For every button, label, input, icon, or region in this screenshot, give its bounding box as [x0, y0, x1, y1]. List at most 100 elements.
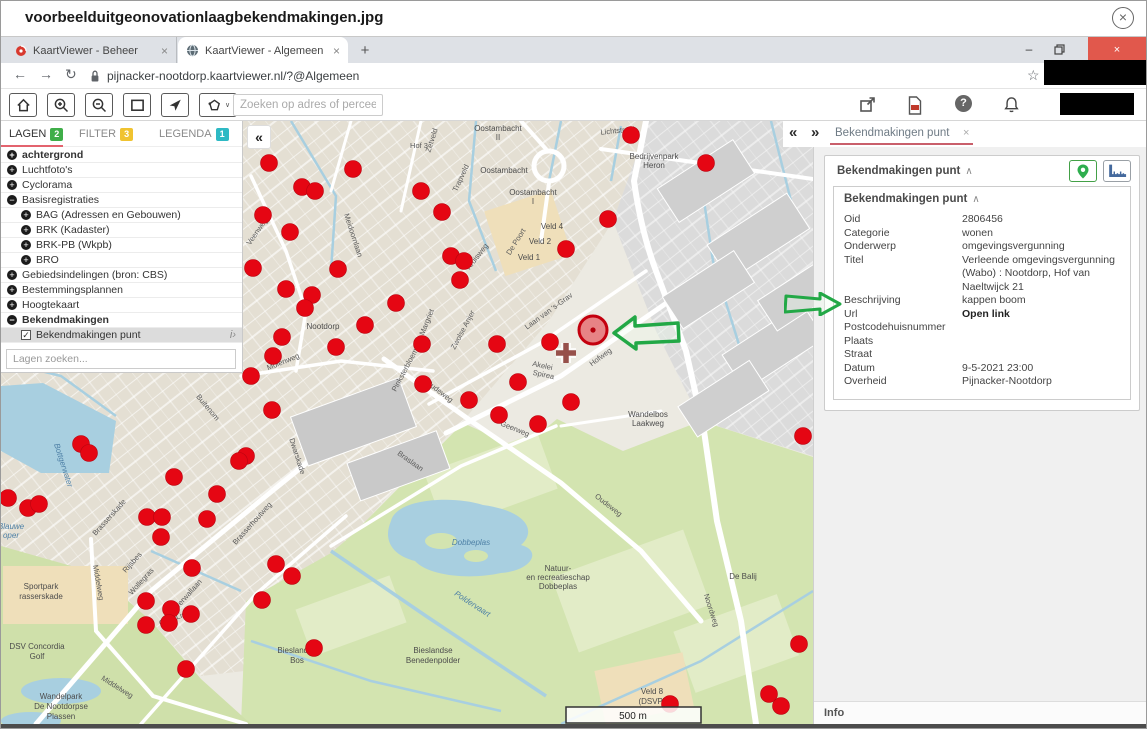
layer-plus-icon[interactable]: + — [7, 165, 17, 175]
announcement-marker[interactable] — [161, 615, 178, 632]
layer-plus-icon[interactable]: + — [21, 255, 31, 265]
announcement-marker[interactable] — [245, 260, 262, 277]
layer-minus-icon[interactable]: − — [7, 315, 17, 325]
layer-row[interactable]: +Cyclorama — [1, 178, 242, 193]
panel-collapse-left-icon[interactable]: « — [789, 124, 797, 141]
sidebar-tab-legenda[interactable]: LEGENDA1 — [159, 121, 229, 147]
tab-close-icon[interactable]: × — [161, 44, 168, 58]
layer-row[interactable]: +BRK (Kadaster) — [1, 223, 242, 238]
announcement-marker[interactable] — [231, 453, 248, 470]
announcement-marker[interactable] — [307, 183, 324, 200]
layer-row[interactable]: +Bestemmingsplannen — [1, 283, 242, 298]
announcement-marker[interactable] — [795, 428, 812, 445]
announcement-marker[interactable] — [530, 416, 547, 433]
select-polygon-button[interactable]: ∨ — [199, 93, 237, 117]
layer-options-icon[interactable]: i› — [230, 329, 236, 341]
announcement-marker[interactable] — [209, 486, 226, 503]
announcement-marker[interactable] — [268, 556, 285, 573]
announcement-marker[interactable] — [184, 560, 201, 577]
announcement-marker[interactable] — [265, 348, 282, 365]
announcement-marker[interactable] — [139, 509, 156, 526]
announcement-marker[interactable] — [166, 469, 183, 486]
announcement-marker[interactable] — [456, 253, 473, 270]
back-icon[interactable]: ← — [13, 66, 27, 82]
announcement-marker[interactable] — [138, 617, 155, 634]
announcement-marker[interactable] — [558, 241, 575, 258]
announcement-marker[interactable] — [154, 509, 171, 526]
announcement-marker[interactable] — [138, 593, 155, 610]
panel-tab-close-icon[interactable]: × — [963, 127, 969, 139]
browser-tab-beheer[interactable]: KaartViewer - Beheer × — [7, 37, 177, 64]
announcement-marker[interactable] — [282, 224, 299, 241]
extent-button[interactable] — [123, 93, 151, 117]
sidebar-tab-filter[interactable]: FILTER3 — [79, 121, 133, 147]
layer-plus-icon[interactable]: + — [7, 150, 17, 160]
layer-row[interactable]: ✓Bekendmakingen punti› — [1, 328, 242, 343]
announcement-marker[interactable] — [255, 207, 272, 224]
layer-plus-icon[interactable]: + — [7, 180, 17, 190]
layer-plus-icon[interactable]: + — [7, 270, 17, 280]
notifications-button[interactable] — [1003, 96, 1023, 114]
browser-tab-algemeen[interactable]: KaartViewer - Algemeen × — [178, 37, 348, 64]
announcement-marker[interactable] — [414, 336, 431, 353]
announcement-marker[interactable] — [274, 329, 291, 346]
layer-plus-icon[interactable]: + — [21, 225, 31, 235]
layer-minus-icon[interactable]: − — [7, 195, 17, 205]
announcement-marker[interactable] — [178, 661, 195, 678]
attribute-card-title[interactable]: Bekendmakingen punt∧ — [844, 193, 1120, 205]
layer-plus-icon[interactable]: + — [7, 300, 17, 310]
measure-button[interactable] — [1103, 160, 1131, 182]
bookmark-star-icon[interactable]: ☆ — [1027, 67, 1040, 84]
sidebar-tab-lagen[interactable]: LAGEN2 — [9, 121, 63, 147]
layer-row[interactable]: +BAG (Adressen en Gebouwen) — [1, 208, 242, 223]
url-field[interactable]: pijnacker-nootdorp.kaartviewer.nl/?@Alge… — [107, 69, 359, 83]
announcement-marker[interactable] — [623, 127, 640, 144]
announcement-marker[interactable] — [81, 445, 98, 462]
announcement-marker[interactable] — [345, 161, 362, 178]
announcement-marker[interactable] — [510, 374, 527, 391]
pdf-export-button[interactable] — [907, 96, 927, 114]
announcement-marker[interactable] — [491, 407, 508, 424]
tab-close-icon[interactable]: × — [333, 44, 340, 58]
navigate-button[interactable] — [161, 93, 189, 117]
layer-plus-icon[interactable]: + — [21, 240, 31, 250]
panel-tab-label[interactable]: Bekendmakingen punt — [835, 127, 949, 139]
announcement-marker[interactable] — [698, 155, 715, 172]
layer-plus-icon[interactable]: + — [7, 285, 17, 295]
zoom-in-button[interactable] — [47, 93, 75, 117]
announcement-marker[interactable] — [542, 334, 559, 351]
announcement-marker[interactable] — [434, 204, 451, 221]
announcement-marker[interactable] — [791, 636, 808, 653]
announcement-marker[interactable] — [773, 698, 790, 715]
announcement-marker[interactable] — [388, 295, 405, 312]
layer-row[interactable]: +Hoogtekaart — [1, 298, 242, 313]
forward-icon[interactable]: → — [39, 66, 53, 82]
share-button[interactable] — [859, 96, 879, 114]
layer-row[interactable]: +achtergrond — [1, 148, 242, 163]
search-input[interactable] — [233, 94, 383, 116]
announcement-marker[interactable] — [489, 336, 506, 353]
announcement-marker[interactable] — [600, 211, 617, 228]
layer-row[interactable]: +Luchtfoto's — [1, 163, 242, 178]
announcement-marker[interactable] — [297, 300, 314, 317]
layer-row[interactable]: +BRK-PB (Wkpb) — [1, 238, 242, 253]
layer-checkbox[interactable]: ✓ — [21, 330, 31, 340]
help-button[interactable]: ? — [955, 95, 972, 112]
layer-row[interactable]: −Basisregistraties — [1, 193, 242, 208]
announcement-marker[interactable] — [461, 392, 478, 409]
layer-plus-icon[interactable]: + — [21, 210, 31, 220]
layer-row[interactable]: +Gebiedsindelingen (bron: CBS) — [1, 268, 242, 283]
close-icon[interactable]: × — [1112, 7, 1134, 29]
announcement-marker[interactable] — [306, 640, 323, 657]
announcement-marker[interactable] — [284, 568, 301, 585]
info-footer[interactable]: Info — [814, 701, 1147, 724]
panel-collapse-right-icon[interactable]: » — [811, 124, 819, 141]
announcement-marker[interactable] — [254, 592, 271, 609]
announcement-marker[interactable] — [183, 606, 200, 623]
announcement-marker[interactable] — [264, 402, 281, 419]
announcement-marker[interactable] — [563, 394, 580, 411]
detail-value[interactable]: Open link — [962, 308, 1120, 322]
announcement-marker[interactable] — [261, 155, 278, 172]
announcement-marker[interactable] — [413, 183, 430, 200]
layer-row[interactable]: −Bekendmakingen — [1, 313, 242, 328]
